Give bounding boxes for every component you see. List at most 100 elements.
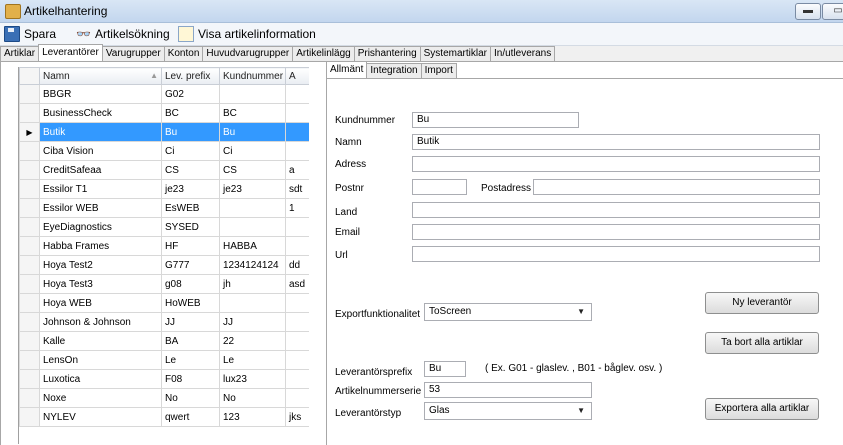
tab-huvudvarugrupper[interactable]: Huvudvarugrupper (202, 46, 294, 61)
prefix-field[interactable]: Bu (424, 361, 466, 377)
export-dropdown[interactable]: ToScreen ▼ (424, 303, 592, 321)
postnr-field[interactable] (412, 179, 467, 195)
table-cell[interactable]: 22 (219, 331, 286, 351)
table-cell[interactable] (219, 293, 286, 313)
tab-artikelinlagg[interactable]: Artikelinlägg (292, 46, 355, 61)
table-cell[interactable]: HABBA (219, 236, 286, 256)
table-cell[interactable]: Hoya WEB (39, 293, 162, 313)
column-header-namn[interactable]: Namn ▲ (39, 67, 162, 85)
supplier-grid[interactable]: Namn ▲ Lev. prefix Kundnummer A BBGR G02 Bu… (18, 67, 309, 444)
serie-field[interactable]: 53 (424, 382, 592, 398)
table-cell[interactable]: Kalle (39, 331, 162, 351)
table-cell[interactable]: jks (285, 407, 309, 427)
table-cell[interactable] (285, 388, 309, 408)
kundnummer-field[interactable]: Bu (412, 112, 579, 128)
row-header[interactable] (19, 160, 40, 180)
table-row[interactable]: Hoya WEB HoWEB (19, 293, 309, 313)
table-cell[interactable]: Habba Frames (39, 236, 162, 256)
remove-all-articles-button[interactable]: Ta bort alla artiklar (705, 332, 819, 354)
column-header-lev-prefix[interactable]: Lev. prefix (161, 67, 220, 85)
show-article-info-button[interactable]: Visa artikelinformation (178, 26, 316, 42)
tab-systemartiklar[interactable]: Systemartiklar (419, 46, 491, 61)
tab-allmant[interactable]: Allmänt (326, 61, 368, 78)
table-cell[interactable] (285, 369, 309, 389)
column-header-a[interactable]: A (285, 67, 309, 85)
table-cell[interactable] (219, 84, 286, 104)
row-header[interactable] (19, 198, 40, 218)
table-cell[interactable]: G02 (161, 84, 220, 104)
tab-varugrupper[interactable]: Varugrupper (101, 46, 165, 61)
row-header[interactable] (19, 293, 40, 313)
table-cell[interactable]: 1 (285, 198, 309, 218)
table-cell[interactable]: Ciba Vision (39, 141, 162, 161)
table-row[interactable]: EyeDiagnostics SYSED (19, 217, 309, 237)
table-cell[interactable]: Noxe (39, 388, 162, 408)
table-cell[interactable]: EsWEB (161, 198, 220, 218)
tab-in-utleverans[interactable]: In/utleverans (489, 46, 556, 61)
table-cell[interactable]: BA (161, 331, 220, 351)
row-header[interactable] (19, 350, 40, 370)
table-row[interactable]: BusinessCheck BC BC (19, 103, 309, 123)
row-header[interactable] (19, 407, 40, 427)
table-cell[interactable]: BBGR (39, 84, 162, 104)
row-header[interactable] (19, 255, 40, 275)
table-cell[interactable]: BusinessCheck (39, 103, 162, 123)
table-cell[interactable]: dd (285, 255, 309, 275)
table-cell[interactable] (285, 293, 309, 313)
table-cell[interactable]: g08 (161, 274, 220, 294)
tab-prishantering[interactable]: Prishantering (353, 46, 421, 61)
table-cell[interactable] (285, 350, 309, 370)
table-cell[interactable]: No (219, 388, 286, 408)
row-header[interactable] (19, 369, 40, 389)
row-header[interactable] (19, 388, 40, 408)
article-search-button[interactable]: 👓 Artikelsökning (76, 26, 170, 42)
row-header[interactable] (19, 312, 40, 332)
table-cell[interactable]: HF (161, 236, 220, 256)
table-cell[interactable]: Bu (219, 122, 286, 142)
table-row[interactable]: NYLEV qwert 123 jks (19, 407, 309, 427)
table-cell[interactable]: F08 (161, 369, 220, 389)
export-all-articles-button[interactable]: Exportera alla artiklar (705, 398, 819, 420)
table-cell[interactable] (285, 217, 309, 237)
table-cell[interactable] (285, 312, 309, 332)
table-cell[interactable]: asd (285, 274, 309, 294)
table-row[interactable]: Essilor T1 je23 je23 sdt (19, 179, 309, 199)
table-cell[interactable]: Ci (219, 141, 286, 161)
row-header[interactable] (19, 84, 40, 104)
namn-field[interactable]: Butik (412, 134, 820, 150)
table-cell[interactable]: Butik (39, 122, 162, 142)
table-row[interactable]: Luxotica F08 lux23 (19, 369, 309, 389)
row-header[interactable] (19, 274, 40, 294)
tab-leverantorer[interactable]: Leverantörer (38, 44, 103, 61)
table-cell[interactable]: Bu (161, 122, 220, 142)
table-row[interactable]: Johnson & Johnson JJ JJ (19, 312, 309, 332)
minimize-button[interactable]: ▬ (795, 3, 821, 20)
table-row[interactable]: Hoya Test3 g08 jh asd (19, 274, 309, 294)
table-cell[interactable]: Hoya Test3 (39, 274, 162, 294)
email-field[interactable] (412, 224, 820, 240)
table-cell[interactable]: Le (161, 350, 220, 370)
table-cell[interactable]: CreditSafeaa (39, 160, 162, 180)
table-cell[interactable]: CS (219, 160, 286, 180)
tab-import[interactable]: Import (420, 63, 457, 78)
table-row[interactable]: Kalle BA 22 (19, 331, 309, 351)
table-cell[interactable]: 1234124124 (219, 255, 286, 275)
table-row[interactable]: Noxe No No (19, 388, 309, 408)
table-cell[interactable]: BC (219, 103, 286, 123)
table-cell[interactable] (285, 122, 309, 142)
table-cell[interactable]: EyeDiagnostics (39, 217, 162, 237)
save-button[interactable]: Spara (4, 26, 56, 42)
table-row[interactable]: CreditSafeaa CS CS a (19, 160, 309, 180)
table-row[interactable]: Ciba Vision Ci Ci (19, 141, 309, 161)
table-cell[interactable]: lux23 (219, 369, 286, 389)
table-row[interactable]: Essilor WEB EsWEB 1 (19, 198, 309, 218)
table-cell[interactable]: HoWEB (161, 293, 220, 313)
table-cell[interactable] (219, 217, 286, 237)
postadress-field[interactable] (533, 179, 820, 195)
table-cell[interactable] (219, 198, 286, 218)
table-cell[interactable]: Essilor WEB (39, 198, 162, 218)
maximize-button[interactable]: ▭ (822, 3, 843, 20)
row-header[interactable] (19, 236, 40, 256)
table-cell[interactable]: a (285, 160, 309, 180)
adress-field[interactable] (412, 156, 820, 172)
